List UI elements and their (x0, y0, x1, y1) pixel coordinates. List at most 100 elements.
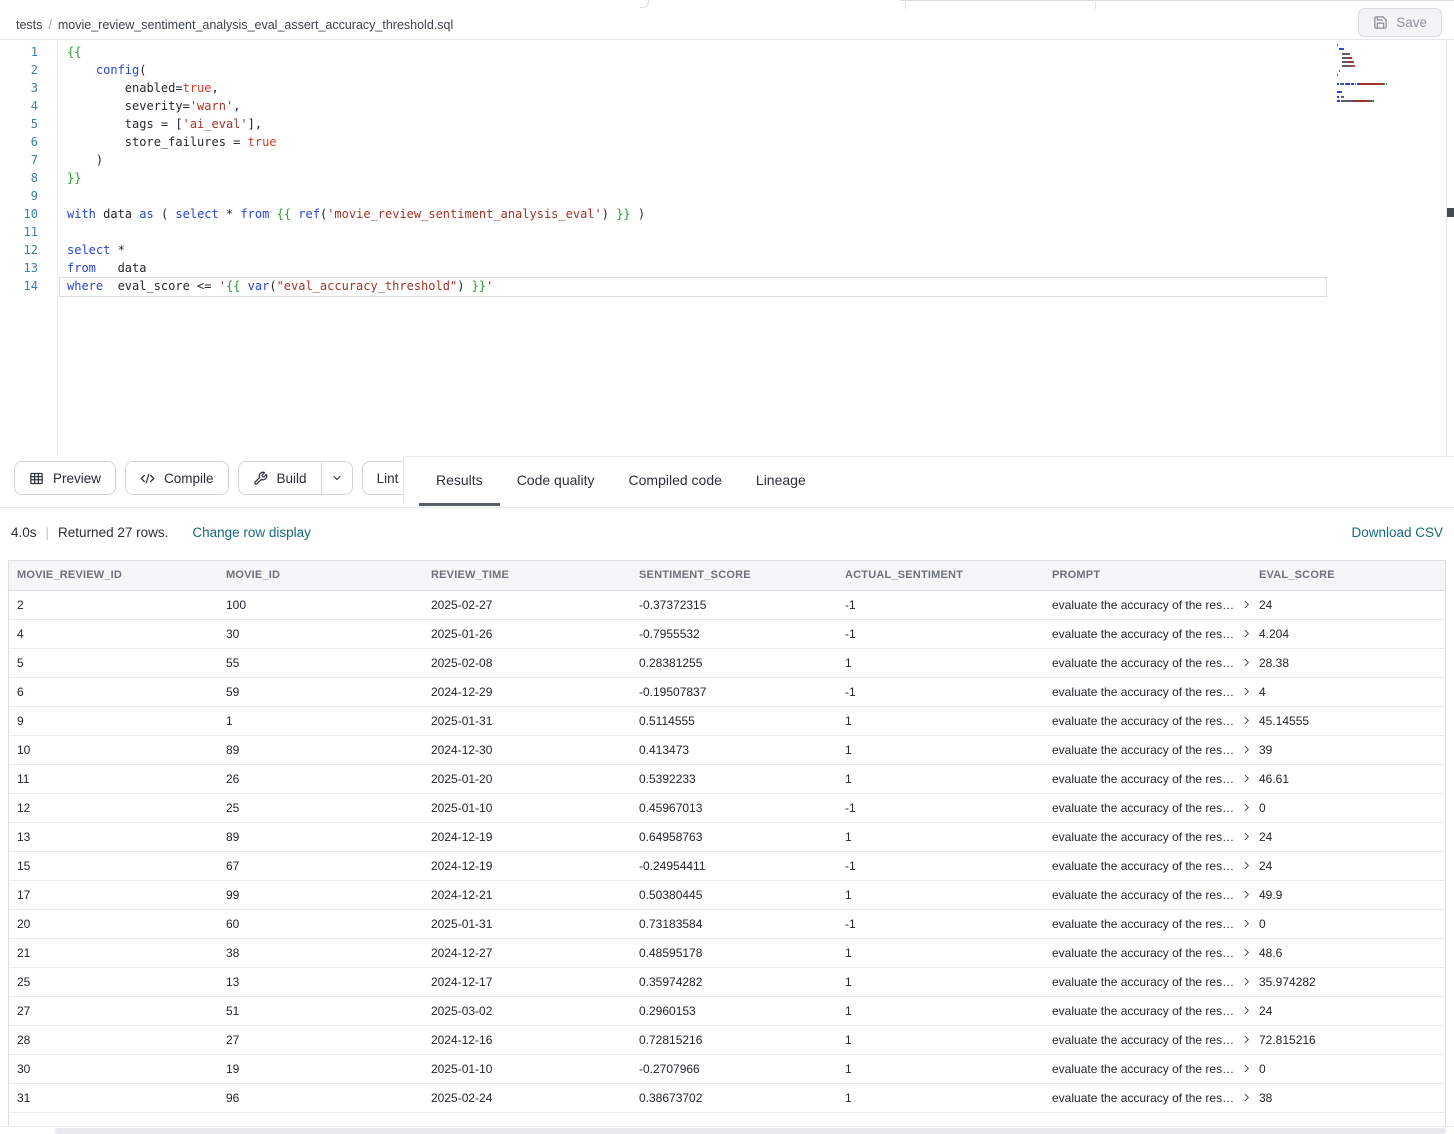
code-line[interactable]: 6 store_failures = true (0, 133, 1454, 151)
tab-lineage[interactable]: Lineage (739, 457, 823, 503)
table-cell: 24 (1251, 822, 1445, 851)
expand-prompt-icon[interactable] (1241, 773, 1251, 784)
table-cell: 13 (218, 967, 423, 996)
query-duration: 4.0s (11, 525, 37, 540)
code-line[interactable]: 4 severity='warn', (0, 97, 1454, 115)
table-cell: 89 (218, 735, 423, 764)
code-line[interactable]: 11 (0, 223, 1454, 241)
expand-prompt-icon[interactable] (1241, 657, 1251, 668)
expand-prompt-icon[interactable] (1241, 1005, 1251, 1016)
code-lines: 1{{2 config(3 enabled=true,4 severity='w… (0, 43, 1454, 295)
expand-prompt-icon[interactable] (1241, 860, 1251, 871)
code-editor[interactable]: 1{{2 config(3 enabled=true,4 severity='w… (0, 40, 1454, 456)
line-number: 7 (0, 151, 38, 169)
build-button[interactable]: Build (239, 462, 321, 494)
column-header-prompt: PROMPT (1044, 561, 1251, 590)
prompt-text: evaluate the accuracy of the res… (1052, 1004, 1234, 1018)
prompt-cell: evaluate the accuracy of the res… (1044, 1083, 1251, 1112)
table-cell: 1 (837, 996, 1044, 1025)
code-line[interactable]: 7 ) (0, 151, 1454, 169)
table-row: 4302025-01-26-0.7955532-1evaluate the ac… (9, 619, 1445, 648)
code-line[interactable]: 13from data (0, 259, 1454, 277)
prompt-cell: evaluate the accuracy of the res… (1044, 706, 1251, 735)
line-number: 14 (0, 277, 38, 295)
table-cell: 2025-02-24 (423, 1083, 631, 1112)
prompt-cell: evaluate the accuracy of the res… (1044, 590, 1251, 619)
table-cell: 2025-01-31 (423, 706, 631, 735)
code-line[interactable]: 8}} (0, 169, 1454, 187)
preview-button-label: Preview (53, 471, 101, 486)
table-cell: 0.413473 (631, 735, 837, 764)
tab-compiled-code[interactable]: Compiled code (612, 457, 739, 503)
expand-prompt-icon[interactable] (1241, 976, 1251, 987)
code-line[interactable]: 2 config( (0, 61, 1454, 79)
compile-button[interactable]: Compile (125, 461, 229, 495)
code-line[interactable]: 1{{ (0, 43, 1454, 61)
results-status-bar: 4.0s | Returned 27 rows. Change row disp… (0, 508, 1454, 556)
table-cell: 25 (218, 793, 423, 822)
table-cell: 0.2960153 (631, 996, 837, 1025)
table-cell: 0.38673702 (631, 1083, 837, 1112)
table-row: 912025-01-310.51145551evaluate the accur… (9, 706, 1445, 735)
expand-prompt-icon[interactable] (1241, 686, 1251, 697)
prompt-cell: evaluate the accuracy of the res… (1044, 851, 1251, 880)
prompt-text: evaluate the accuracy of the res… (1052, 685, 1234, 699)
table-row: 31962025-02-240.386737021evaluate the ac… (9, 1083, 1445, 1112)
code-line[interactable]: 3 enabled=true, (0, 79, 1454, 97)
code-line[interactable]: 9 (0, 187, 1454, 205)
status-separator: | (46, 525, 50, 540)
code-line[interactable]: 14where eval_score <= '{{ var("eval_accu… (0, 277, 1454, 295)
prompt-cell: evaluate the accuracy of the res… (1044, 619, 1251, 648)
expand-prompt-icon[interactable] (1241, 1034, 1251, 1045)
expand-prompt-icon[interactable] (1241, 918, 1251, 929)
table-cell: 0.64958763 (631, 822, 837, 851)
lint-button-label: Lint (377, 471, 399, 486)
breadcrumb-file: movie_review_sentiment_analysis_eval_ass… (58, 18, 453, 32)
prompt-cell: evaluate the accuracy of the res… (1044, 1025, 1251, 1054)
expand-prompt-icon[interactable] (1241, 628, 1251, 639)
expand-prompt-icon[interactable] (1241, 889, 1251, 900)
table-cell: 10 (9, 735, 218, 764)
table-cell: 60 (218, 909, 423, 938)
tab-edge (640, 0, 649, 8)
table-cell: 100 (218, 590, 423, 619)
build-dropdown-button[interactable] (321, 462, 352, 494)
table-icon (29, 471, 44, 486)
expand-prompt-icon[interactable] (1241, 744, 1251, 755)
expand-prompt-icon[interactable] (1241, 947, 1251, 958)
table-cell: 13 (9, 822, 218, 851)
save-button[interactable]: Save (1358, 8, 1442, 37)
tab-code-quality[interactable]: Code quality (500, 457, 612, 503)
expand-prompt-icon[interactable] (1241, 1063, 1251, 1074)
file-header-bar: tests / movie_review_sentiment_analysis_… (0, 10, 1454, 40)
prompt-text: evaluate the accuracy of the res… (1052, 830, 1234, 844)
horizontal-scrollbar-thumb[interactable] (55, 1128, 1446, 1134)
editor-vertical-scrollbar (1446, 40, 1447, 456)
code-line[interactable]: 10with data as ( select * from {{ ref('m… (0, 205, 1454, 223)
table-cell: -1 (837, 677, 1044, 706)
code-line[interactable]: 5 tags = ['ai_eval'], (0, 115, 1454, 133)
table-cell: -1 (837, 909, 1044, 938)
download-csv-link[interactable]: Download CSV (1351, 525, 1443, 540)
expand-prompt-icon[interactable] (1241, 802, 1251, 813)
expand-prompt-icon[interactable] (1241, 1092, 1251, 1103)
code-line[interactable]: 12select * (0, 241, 1454, 259)
expand-prompt-icon[interactable] (1241, 831, 1251, 842)
table-cell: 0.5392233 (631, 764, 837, 793)
table-row: 28272024-12-160.728152161evaluate the ac… (9, 1025, 1445, 1054)
table-cell: 72.815216 (1251, 1025, 1445, 1054)
expand-prompt-icon[interactable] (1241, 599, 1251, 610)
breadcrumb-folder[interactable]: tests (16, 18, 42, 32)
tab-separator (1095, 0, 1096, 9)
change-row-display-link[interactable]: Change row display (192, 525, 311, 540)
table-cell: 2024-12-30 (423, 735, 631, 764)
prompt-text: evaluate the accuracy of the res… (1052, 917, 1234, 931)
line-number: 11 (0, 223, 38, 241)
editor-scrollbar-thumb[interactable] (1447, 208, 1454, 217)
expand-prompt-icon[interactable] (1241, 715, 1251, 726)
prompt-cell: evaluate the accuracy of the res… (1044, 938, 1251, 967)
table-cell: 2024-12-27 (423, 938, 631, 967)
preview-button[interactable]: Preview (14, 461, 116, 495)
tab-results[interactable]: Results (419, 457, 500, 503)
prompt-text: evaluate the accuracy of the res… (1052, 1033, 1234, 1047)
